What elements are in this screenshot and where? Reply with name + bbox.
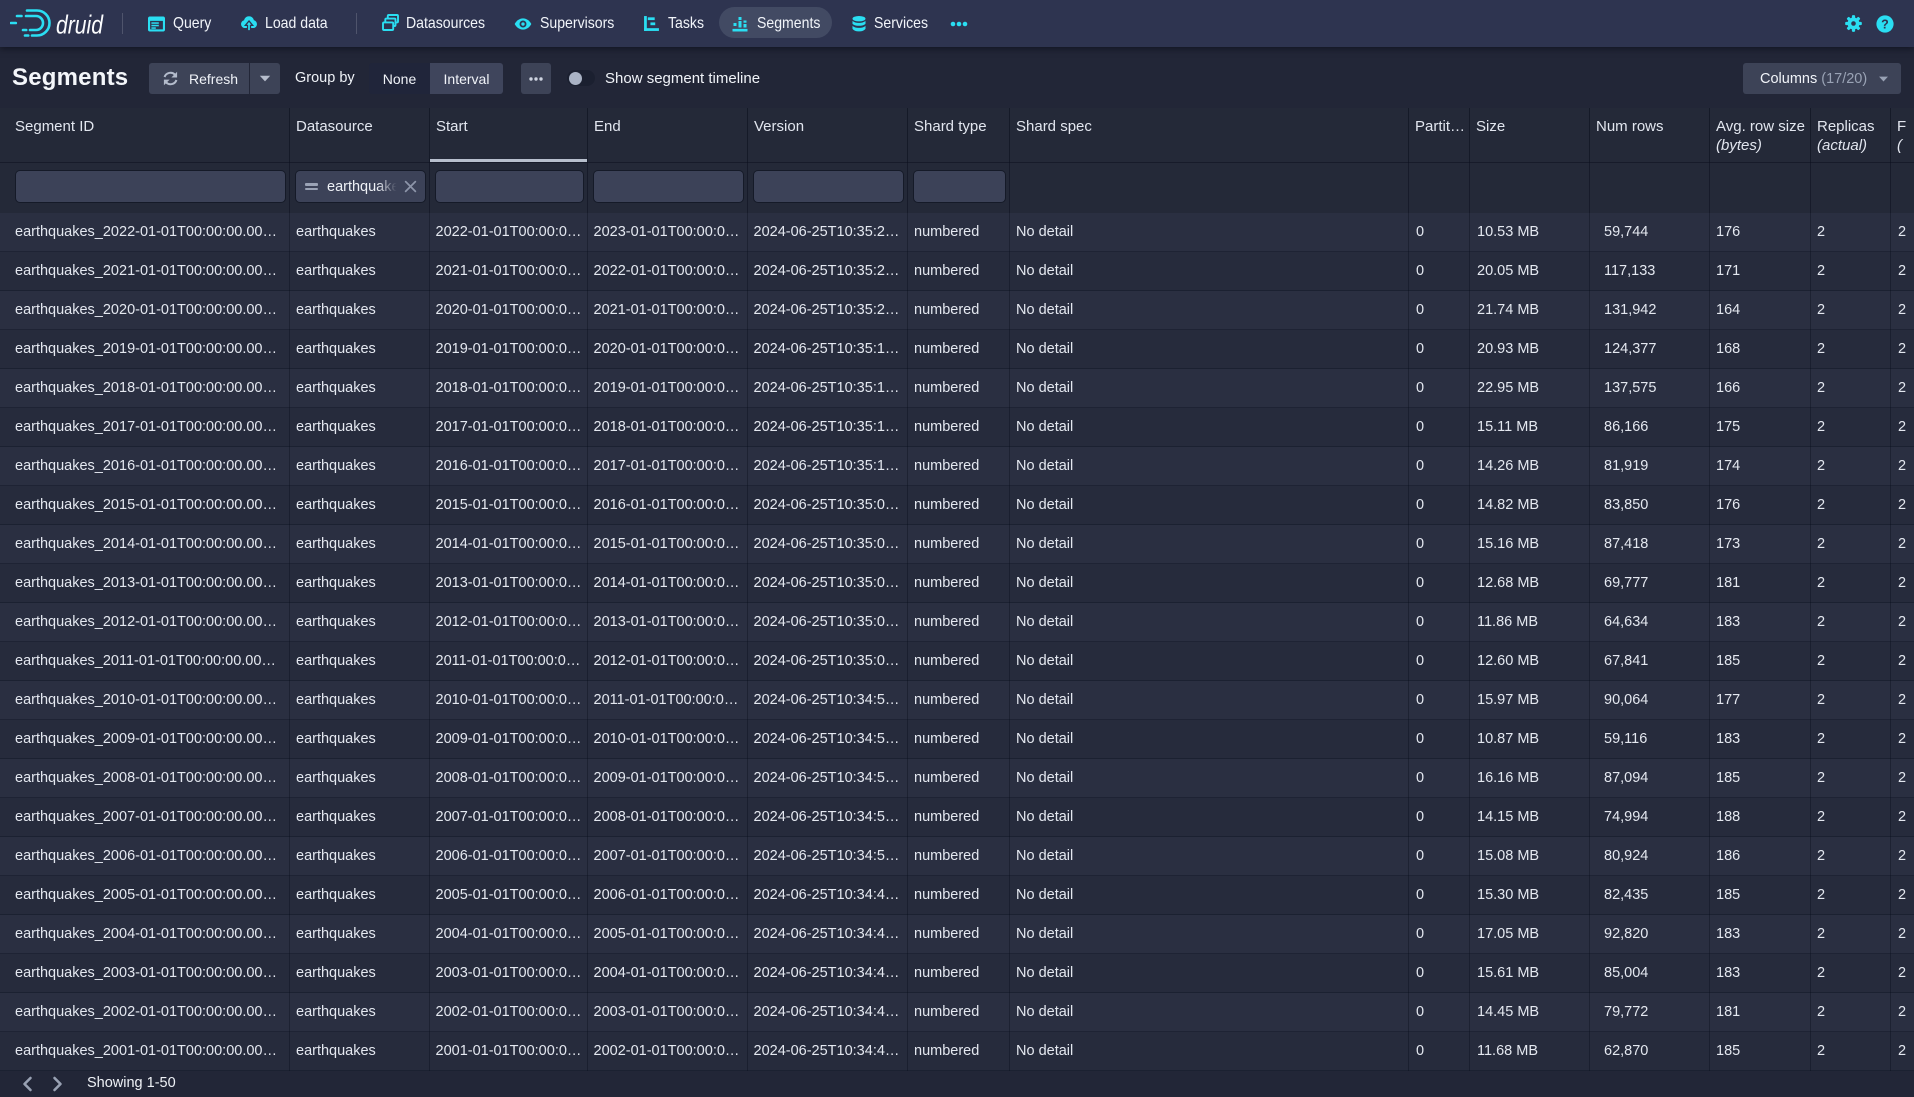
svg-text:?: ? [1881, 17, 1889, 31]
svg-text:druid: druid [56, 10, 104, 40]
